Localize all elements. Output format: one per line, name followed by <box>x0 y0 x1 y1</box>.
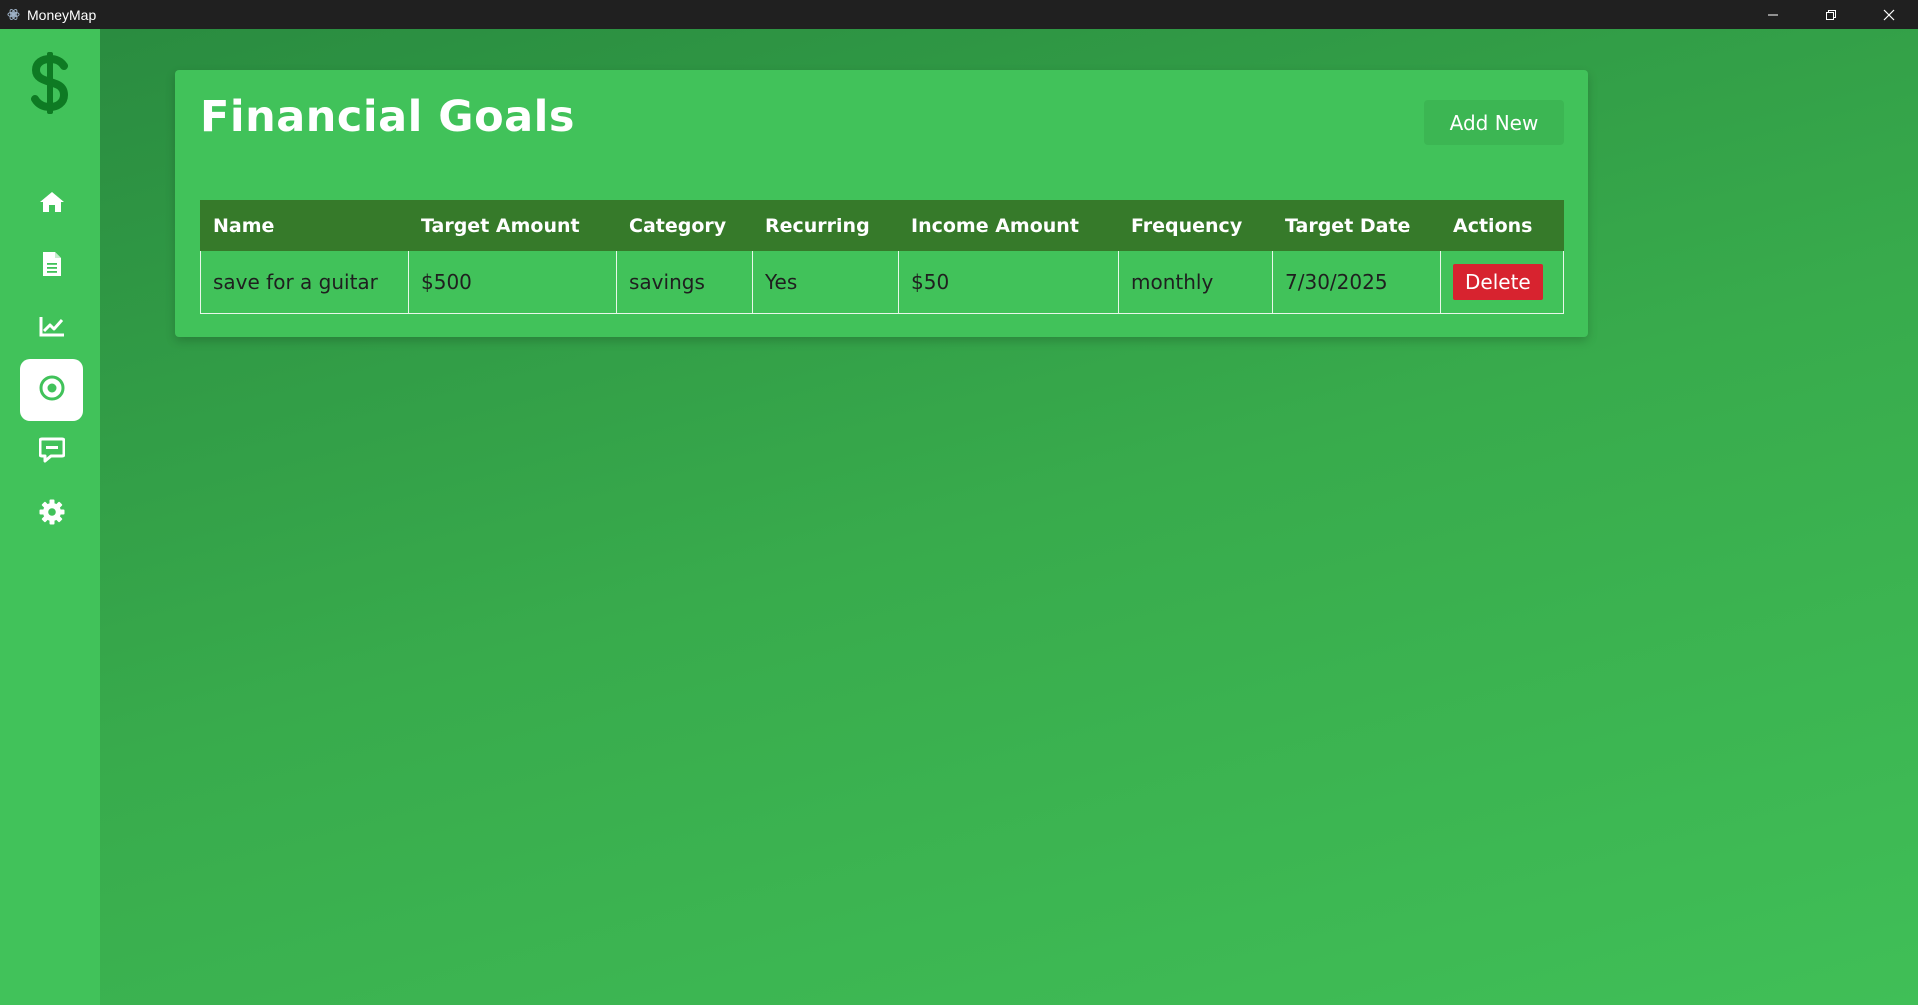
table-header-row: Name Target Amount Category Recurring In… <box>200 200 1564 251</box>
column-header-recurring: Recurring <box>752 200 899 251</box>
column-header-actions: Actions <box>1440 200 1564 251</box>
sidebar-item-settings[interactable] <box>20 483 83 545</box>
goals-card: Financial Goals Add New Name Target Amou… <box>175 70 1588 337</box>
delete-button[interactable]: Delete <box>1453 264 1543 300</box>
add-new-button[interactable]: Add New <box>1424 100 1564 145</box>
cell-recurring: Yes <box>752 250 899 314</box>
sidebar-item-analytics[interactable] <box>20 297 83 359</box>
column-header-category: Category <box>616 200 753 251</box>
column-header-target-amount: Target Amount <box>408 200 617 251</box>
document-icon <box>42 251 62 281</box>
cell-actions: Delete <box>1440 250 1564 314</box>
column-header-name: Name <box>200 200 409 251</box>
sidebar-item-chat[interactable] <box>20 421 83 483</box>
page-title: Financial Goals <box>200 92 575 142</box>
column-header-target-date: Target Date <box>1272 200 1441 251</box>
window-controls <box>1744 0 1918 29</box>
cell-target-date: 7/30/2025 <box>1272 250 1441 314</box>
cell-name: save for a guitar <box>200 250 409 314</box>
column-header-frequency: Frequency <box>1118 200 1273 251</box>
sidebar-item-home[interactable] <box>20 173 83 235</box>
sidebar-item-documents[interactable] <box>20 235 83 297</box>
cell-income-amount: $50 <box>898 250 1119 314</box>
goals-table: Name Target Amount Category Recurring In… <box>200 200 1564 314</box>
cell-target-amount: $500 <box>408 250 617 314</box>
window-title: MoneyMap <box>27 6 97 23</box>
app-icon <box>6 8 20 22</box>
gear-icon <box>39 499 65 529</box>
close-icon[interactable] <box>1860 0 1918 29</box>
chart-line-icon <box>39 315 65 341</box>
restore-icon[interactable] <box>1802 0 1860 29</box>
minimize-icon[interactable] <box>1744 0 1802 29</box>
home-icon <box>39 191 65 217</box>
main-content: Financial Goals Add New Name Target Amou… <box>100 29 1918 1005</box>
column-header-income-amount: Income Amount <box>898 200 1119 251</box>
sidebar <box>0 29 100 1005</box>
chat-icon <box>38 437 65 467</box>
cell-category: savings <box>616 250 753 314</box>
title-bar: MoneyMap <box>0 0 1918 29</box>
app-window: MoneyMap Financial Goals Add New Name Ta… <box>0 0 1918 1005</box>
cell-frequency: monthly <box>1118 250 1273 314</box>
target-icon <box>39 375 65 405</box>
sidebar-item-goals[interactable] <box>20 359 83 421</box>
dollar-icon[interactable] <box>26 47 74 119</box>
table-row: save for a guitar $500 savings Yes $50 m… <box>200 250 1564 314</box>
